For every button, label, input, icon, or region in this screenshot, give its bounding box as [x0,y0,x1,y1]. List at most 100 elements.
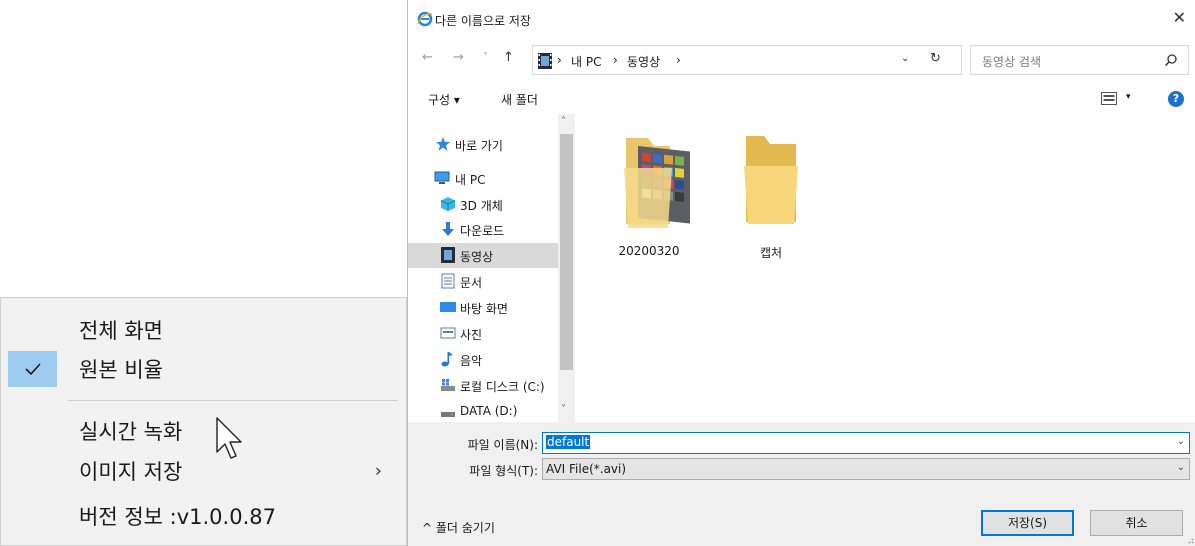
nav-item-data-drive[interactable]: DATA (D:) [408,399,558,424]
menu-item-label: 전체 화면 [79,319,163,343]
nav-item-my-pc[interactable]: 내 PC [408,166,558,191]
folder-capture[interactable]: 캡처 [726,128,816,260]
music-icon [441,352,453,367]
folder-thumbnail-icon [624,138,690,228]
folder-name: 20200320 [618,244,680,258]
nav-item-music[interactable]: 음악 [408,347,558,372]
picture-icon [440,327,456,339]
nav-item-label: 동영상 [460,250,494,264]
scroll-thumb[interactable] [560,134,573,370]
navigation-pane: 바로 가기 내 PC 3D 개체 다운로드 동영상 문서 바탕 화면 사진 음악… [408,114,576,422]
filetype-value: AVI File(*.avi) [546,462,627,476]
breadcrumb-separator: › [557,53,562,67]
view-options-icon[interactable] [1101,92,1117,105]
pc-icon [434,171,450,184]
hide-folders-button[interactable]: ^ 폴더 숨기기 [422,519,495,536]
menu-item-version-info[interactable]: 버전 정보 :v1.0.0.87 [1,494,406,538]
nav-item-label: 내 PC [455,173,486,187]
nav-item-label: DATA (D:) [460,404,518,418]
new-folder-button[interactable]: 새 폴더 [501,91,538,108]
address-bar[interactable]: › 내 PC › 동영상 › ⌄ ↻ [532,45,962,75]
nav-item-documents[interactable]: 문서 [408,269,558,294]
file-list: 20200320 캡처 [576,114,1195,422]
nav-item-label: 사진 [460,328,483,342]
nav-item-label: 문서 [460,276,483,290]
nav-item-label: 로컬 디스크 (C:) [460,380,545,394]
menu-item-save-image[interactable]: 이미지 저장 › [1,449,406,493]
forward-button[interactable]: → [453,50,464,65]
help-button[interactable]: ? [1168,91,1184,107]
nav-item-downloads[interactable]: 다운로드 [408,217,558,242]
nav-pane-scrollbar[interactable]: ˄ ˅ [558,114,575,422]
search-icon[interactable] [1164,53,1178,67]
up-button[interactable]: ↑ [503,50,514,65]
dialog-title: 다른 이름으로 저장 [435,14,531,28]
nav-item-pictures[interactable]: 사진 [408,321,558,346]
back-button[interactable]: ← [422,50,433,65]
menu-item-original-ratio[interactable]: 원본 비율 [1,347,406,391]
save-button[interactable]: 저장(S) [981,510,1074,536]
recent-locations-button[interactable]: ˅ [483,52,488,63]
folder-20200320[interactable]: 20200320 [604,128,694,258]
menu-item-live-record[interactable]: 실시간 녹화 [1,409,406,453]
folder-name: 캡처 [759,246,783,260]
menu-item-label: 원본 비율 [79,358,163,382]
nav-item-label: 바탕 화면 [460,302,508,316]
menu-item-label: 이미지 저장 [79,460,183,484]
nav-item-label: 바로 가기 [455,139,503,153]
filename-label: 파일 이름(N): [467,438,538,452]
save-as-dialog: 다른 이름으로 저장 ✕ ← → ˅ ↑ › 내 PC › 동영상 › ⌄ ↻ … [407,0,1195,546]
menu-item-fullscreen[interactable]: 전체 화면 [1,308,406,352]
view-dropdown-button[interactable]: ▾ [1126,92,1131,102]
menu-item-label: 실시간 녹화 [79,420,183,444]
submenu-arrow-icon: › [374,460,382,482]
organize-button[interactable]: 구성 ▾ [428,91,460,108]
cancel-button[interactable]: 취소 [1090,510,1183,536]
checkmark-icon [8,351,57,387]
drive-icon [441,412,455,417]
search-input[interactable]: 동영상 검색 [970,45,1189,75]
internet-explorer-icon [417,11,433,27]
navigation-bar: ← → ˅ ↑ › 내 PC › 동영상 › ⌄ ↻ 동영상 검색 [408,44,1195,75]
nav-item-label: 3D 개체 [460,199,503,213]
dialog-titlebar: 다른 이름으로 저장 ✕ [408,0,1195,40]
resize-grip-icon[interactable] [1186,536,1194,544]
nav-item-3d-objects[interactable]: 3D 개체 [408,192,558,217]
nav-item-local-disk[interactable]: 로컬 디스크 (C:) [408,373,558,398]
scroll-up-button[interactable]: ˄ [561,116,566,127]
nav-item-label: 다운로드 [460,224,505,238]
filename-input[interactable]: default ⌄ [542,432,1190,454]
menu-separator [68,400,398,401]
nav-item-label: 음악 [460,354,483,368]
breadcrumb-separator[interactable]: › [676,53,681,67]
menu-item-label: 버전 정보 :v1.0.0.87 [79,505,276,529]
video-folder-icon [538,53,552,69]
address-history-dropdown[interactable]: ⌄ [901,53,909,64]
nav-item-videos[interactable]: 동영상 [408,243,558,268]
mouse-cursor-icon [216,417,242,459]
cube-icon [440,197,456,211]
close-button[interactable]: ✕ [1173,8,1186,27]
star-icon [436,137,450,151]
chevron-down-icon: ⌄ [1176,462,1185,473]
document-icon [441,273,455,289]
nav-item-quick-access[interactable]: 바로 가기 [408,132,558,157]
refresh-button[interactable]: ↻ [930,51,941,66]
save-options-panel: 파일 이름(N): default ⌄ 파일 형식(T): AVI File(*… [408,422,1195,546]
context-menu: 전체 화면 원본 비율 실시간 녹화 이미지 저장 › 버전 정보 :v1.0.… [0,297,407,546]
search-placeholder: 동영상 검색 [982,55,1042,69]
nav-item-desktop[interactable]: 바탕 화면 [408,295,558,320]
breadcrumb-separator: › [613,53,618,67]
filename-history-dropdown[interactable]: ⌄ [1177,436,1185,447]
local-disk-icon [441,379,455,391]
scroll-down-button[interactable]: ˅ [561,404,566,415]
breadcrumb-my-pc[interactable]: 내 PC [571,53,601,70]
download-icon [442,222,454,236]
command-bar: 구성 ▾ 새 폴더 ▾ ? [408,84,1195,114]
filetype-label: 파일 형식(T): [469,464,538,478]
filetype-select[interactable]: AVI File(*.avi) ⌄ [542,458,1190,480]
video-icon [441,247,455,263]
breadcrumb-videos[interactable]: 동영상 [627,53,660,70]
desktop-icon [440,302,456,312]
filename-value: default [546,435,591,449]
